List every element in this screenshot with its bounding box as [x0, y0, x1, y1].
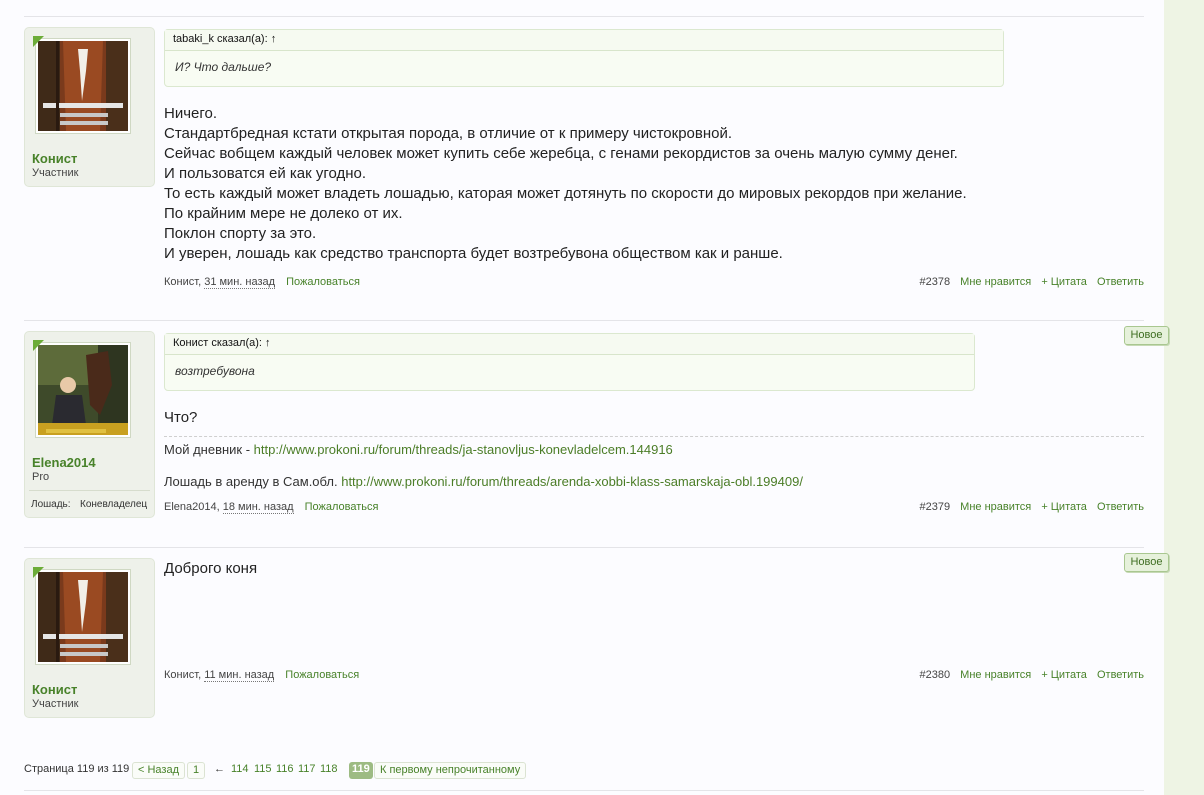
message-actions: #2379 Мне нравится + Цитата Ответить	[920, 501, 1145, 513]
like-link[interactable]: Мне нравится	[960, 669, 1031, 681]
signature-link[interactable]: http://www.prokoni.ru/forum/threads/aren…	[341, 474, 803, 489]
message-user-info: Конист Участник	[24, 558, 155, 718]
message-text: Ничего. Стандартбредная кстати открытая …	[164, 104, 967, 264]
post-divider	[24, 16, 1144, 17]
corner-ribbon	[33, 340, 44, 351]
signature-line: Мой дневник - http://www.prokoni.ru/foru…	[164, 442, 673, 457]
reply-link[interactable]: Ответить	[1097, 501, 1144, 513]
prev-page-link[interactable]: < Назад	[132, 762, 185, 779]
page-link-117[interactable]: 117	[298, 762, 316, 779]
message-text: Доброго коня	[164, 559, 257, 579]
post-number[interactable]: #2380	[920, 669, 951, 681]
quote-link[interactable]: + Цитата	[1041, 276, 1087, 288]
report-link[interactable]: Пожаловаться	[285, 669, 359, 681]
message-line: Стандартбредная кстати открытая порода, …	[164, 125, 733, 142]
user-title: Участник	[32, 698, 79, 710]
message-line: По крайним мере не долеко от их.	[164, 205, 403, 222]
message-line: Доброго коня	[164, 560, 258, 577]
meta-author[interactable]: Конист	[164, 276, 198, 288]
message-user-info: Конист Участник	[24, 27, 155, 187]
user-title: Участник	[32, 167, 79, 179]
quote-link[interactable]: + Цитата	[1041, 501, 1087, 513]
post-divider	[24, 320, 1144, 321]
message-line: Ничего.	[164, 105, 218, 122]
bottom-divider	[24, 790, 1144, 791]
username[interactable]: Конист	[32, 682, 77, 697]
signature-text: Лошадь в аренду в Сам.обл.	[164, 474, 342, 489]
page-link-114[interactable]: 114	[231, 762, 249, 779]
post-divider	[24, 547, 1144, 548]
signature-line: Лошадь в аренду в Сам.обл. http://www.pr…	[164, 474, 803, 489]
message-actions: #2380 Мне нравится + Цитата Ответить	[920, 669, 1145, 681]
page-link-115[interactable]: 115	[254, 762, 272, 779]
new-badge: Новое	[1124, 326, 1169, 345]
like-link[interactable]: Мне нравится	[960, 276, 1031, 288]
quote-attribution[interactable]: Конист сказал(а): ↑	[165, 334, 974, 355]
avatar[interactable]	[35, 38, 131, 134]
reply-link[interactable]: Ответить	[1097, 669, 1144, 681]
page-label: Страница 119 из 119	[24, 763, 130, 775]
extra-divider	[29, 490, 150, 491]
page-link-1[interactable]: 1	[187, 762, 206, 779]
quote-attribution[interactable]: tabaki_k сказал(а): ↑	[165, 30, 1003, 51]
avatar[interactable]	[35, 569, 131, 665]
first-unread-link[interactable]: К первому непрочитанному	[374, 762, 527, 779]
like-link[interactable]: Мне нравится	[960, 501, 1031, 513]
quote-text: И? Что дальше?	[175, 60, 272, 74]
report-link[interactable]: Пожаловаться	[286, 276, 360, 288]
message-meta: Elena2014, 18 мин. назад Пожаловаться	[164, 501, 379, 514]
meta-author[interactable]: Конист	[164, 669, 198, 681]
user-title: Pro	[32, 471, 50, 483]
reply-link[interactable]: Ответить	[1097, 276, 1144, 288]
message-meta: Конист, 11 мин. назад Пожаловаться	[164, 669, 360, 682]
signature-link[interactable]: http://www.prokoni.ru/forum/threads/ja-s…	[254, 442, 673, 457]
message-line: Что?	[164, 409, 198, 426]
signature-text: Мой дневник -	[164, 442, 254, 457]
message-line: И уверен, лошадь как средство транспорта…	[164, 245, 783, 262]
page-link-116[interactable]: 116	[276, 762, 294, 779]
message-line: Поклон спорту за это.	[164, 225, 317, 242]
avatar[interactable]	[35, 342, 131, 438]
jump-arrow-icon[interactable]: ←	[214, 762, 225, 779]
user-extra-info: Лошадь: Коневладелец	[31, 499, 147, 510]
new-badge: Новое	[1124, 553, 1169, 572]
horse-avatar-icon	[38, 345, 128, 435]
extra-label: Лошадь:	[31, 499, 71, 510]
corner-ribbon	[33, 567, 44, 578]
message-actions: #2378 Мне нравится + Цитата Ответить	[920, 276, 1145, 288]
message-line: Сейчас вобщем каждый человек может купит…	[164, 145, 958, 162]
horse-avatar-icon	[38, 41, 128, 131]
corner-ribbon	[33, 36, 44, 47]
message-user-info: Elena2014 Pro Лошадь: Коневладелец	[24, 331, 155, 518]
signature-divider	[164, 436, 1144, 437]
horse-avatar-icon	[38, 572, 128, 662]
post-time[interactable]: 11 мин. назад	[204, 669, 275, 682]
page-link-118[interactable]: 118	[320, 762, 338, 779]
message-text: Что?	[164, 408, 197, 428]
quote-block: Конист сказал(а): ↑ возтребувона	[164, 333, 975, 391]
post-time[interactable]: 18 мин. назад	[222, 501, 294, 514]
message-meta: Конист, 31 мин. назад Пожаловаться	[164, 276, 360, 289]
post-time[interactable]: 31 мин. назад	[204, 276, 276, 289]
post-number[interactable]: #2379	[920, 501, 951, 513]
username[interactable]: Конист	[32, 151, 77, 166]
message-line: То есть каждый может владеть лошадью, ка…	[164, 185, 967, 202]
meta-author[interactable]: Elena2014	[164, 501, 217, 513]
thread-content: Конист Участник tabaki_k сказал(а): ↑ И?…	[0, 0, 1169, 795]
report-link[interactable]: Пожаловаться	[305, 501, 379, 513]
quote-block: tabaki_k сказал(а): ↑ И? Что дальше?	[164, 29, 1004, 87]
quote-link[interactable]: + Цитата	[1041, 669, 1087, 681]
extra-value: Коневладелец	[80, 499, 148, 510]
quote-text: возтребувона	[175, 364, 255, 378]
current-page: 119	[349, 762, 373, 779]
post-number[interactable]: #2378	[920, 276, 951, 288]
username[interactable]: Elena2014	[32, 455, 96, 470]
message-line: И пользоватся ей как угодно.	[164, 165, 367, 182]
